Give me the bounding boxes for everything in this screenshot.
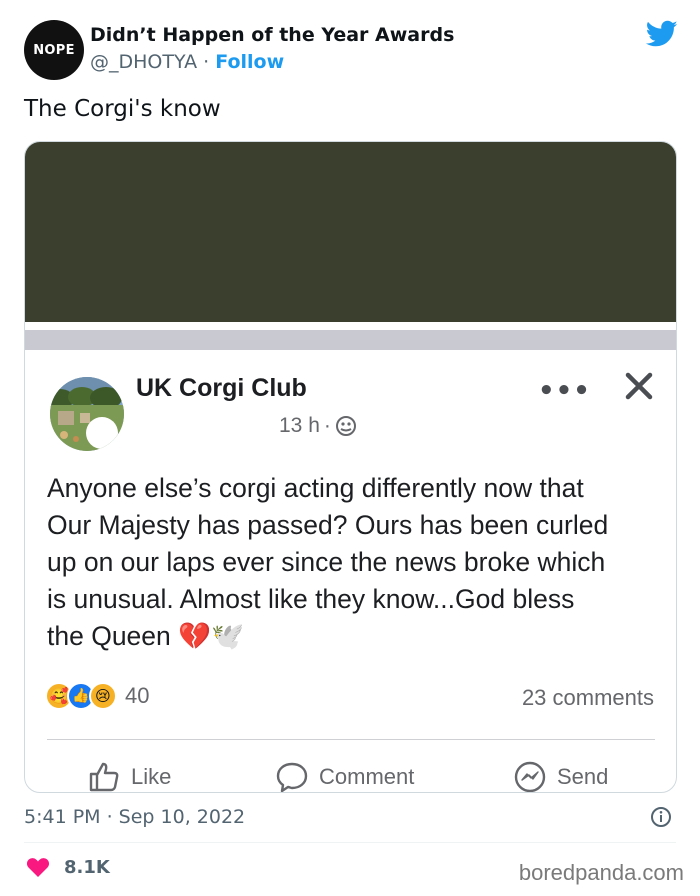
globe-icon [335, 416, 356, 436]
comments-count[interactable]: 23 comments [522, 685, 654, 711]
comment-action-label: Comment [319, 764, 415, 789]
comment-icon [276, 762, 308, 792]
info-icon[interactable] [650, 806, 672, 828]
sad-reaction-icon: 😢 [89, 682, 117, 710]
actions-divider [47, 739, 655, 740]
post-body-line: Our Majesty has passed? Ours has been cu… [47, 510, 609, 540]
reactions-summary[interactable]: 🥰 👍 😢 40 [45, 682, 149, 710]
handle-separator: · [203, 51, 210, 73]
page-avatar[interactable] [50, 377, 124, 451]
tweet-media[interactable]: UK Corgi Club 13 h · ••• Anyone else’s c… [24, 141, 677, 793]
heart-icon[interactable] [26, 856, 50, 878]
thumbs-up-icon [89, 762, 119, 792]
tweet-text: The Corgi's know [24, 96, 221, 122]
tweet-timestamp[interactable]: 5:41 PM · Sep 10, 2022 [24, 806, 245, 828]
media-gray-bar [25, 330, 676, 350]
meta-separator: · [323, 414, 331, 437]
corgi-club-photo [50, 377, 124, 451]
post-meta: 13 h · [279, 414, 357, 438]
page-name[interactable]: UK Corgi Club [136, 374, 307, 403]
account-handle[interactable]: @_DHOTYA [90, 51, 197, 73]
post-body-line: is unusual. Almost like they know...God … [47, 584, 575, 614]
like-action-label: Like [131, 764, 172, 789]
close-icon[interactable] [621, 368, 657, 404]
send-action-label: Send [557, 764, 609, 789]
post-body: Anyone else’s corgi acting differently n… [47, 470, 662, 655]
comment-action-button[interactable]: Comment [275, 760, 415, 792]
reaction-count: 40 [125, 683, 150, 708]
display-name[interactable]: Didn’t Happen of the Year Awards [90, 24, 454, 46]
watermark: boredpanda.com [518, 860, 684, 885]
post-body-line: the Queen 💔🕊️ [47, 621, 245, 651]
post-actions: Like Comment Send [25, 760, 676, 792]
like-count: 8.1K [64, 856, 110, 878]
tweet-header: NOPE Didn’t Happen of the Year Awards @_… [24, 18, 684, 82]
more-dots-icon[interactable]: ••• [538, 376, 591, 406]
post-body-line: Anyone else’s corgi acting differently n… [47, 473, 584, 503]
footer-divider [24, 842, 676, 843]
media-dark-banner [25, 142, 676, 322]
like-action-button[interactable]: Like [87, 760, 172, 792]
handle-row: @_DHOTYA · Follow [90, 51, 284, 73]
follow-button[interactable]: Follow [215, 51, 284, 73]
post-time[interactable]: 13 h [279, 414, 320, 438]
messenger-icon [514, 761, 546, 792]
account-avatar[interactable]: NOPE [24, 20, 84, 80]
send-action-button[interactable]: Send [513, 760, 609, 792]
post-body-line: up on our laps ever since the news broke… [47, 547, 606, 577]
like-summary[interactable]: 8.1K [26, 856, 110, 878]
twitter-bird-icon[interactable] [646, 20, 678, 48]
